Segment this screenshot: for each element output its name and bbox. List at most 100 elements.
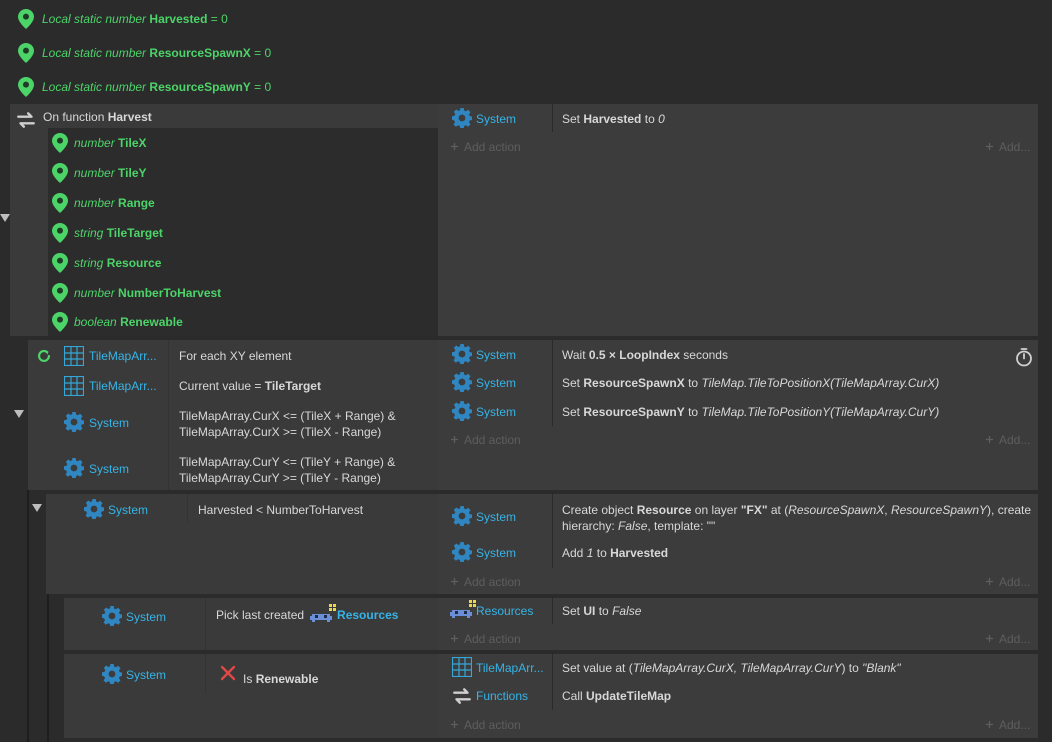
action-object-system[interactable]: System <box>476 510 516 524</box>
param-renewable[interactable]: boolean Renewable <box>48 308 438 336</box>
condition-cury-range[interactable]: TileMapArray.CurY <= (TileY + Range) & Ti… <box>179 454 395 486</box>
action-wait[interactable]: Wait 0.5 × LoopIndex seconds <box>562 348 728 362</box>
action-var: ResourceSpawnX <box>583 376 685 390</box>
condition-text: Pick last created <box>216 608 305 622</box>
variable-pin-icon <box>18 43 34 63</box>
var-value: = 0 <box>254 80 272 94</box>
variable-pin-icon <box>18 77 34 97</box>
condition-object-system[interactable]: System <box>89 416 129 430</box>
action-object-system[interactable]: System <box>476 348 516 362</box>
param-type: number <box>74 196 115 210</box>
add-action-button[interactable]: Add action <box>450 718 521 732</box>
global-var-resourcespawny[interactable]: Local static number ResourceSpawnY = 0 <box>18 75 271 99</box>
add-button[interactable]: Add... <box>985 140 1030 154</box>
condition-current-value[interactable]: Current value = TileTarget <box>179 379 321 393</box>
system-gear-icon <box>452 542 472 562</box>
global-var-harvested[interactable]: Local static number Harvested = 0 <box>18 7 228 31</box>
condition-is-renewable[interactable]: Is Renewable <box>243 672 318 686</box>
condition-object-system[interactable]: System <box>89 462 129 476</box>
action-param: TileMapArray.CurX, TileMapArray.CurY <box>632 661 842 675</box>
action-var: Harvested <box>610 546 669 560</box>
action-object-tilemaparray[interactable]: TileMapArr... <box>476 661 544 675</box>
action-value: 0.5 × LoopIndex <box>588 348 680 362</box>
condition-object-system[interactable]: System <box>126 610 166 624</box>
parameter-pin-icon <box>52 163 68 183</box>
collapse-arrow-icon[interactable] <box>0 214 10 222</box>
parameter-pin-icon <box>52 253 68 273</box>
param-range[interactable]: number Range <box>48 188 438 218</box>
global-var-resourcespawnx[interactable]: Local static number ResourceSpawnX = 0 <box>18 41 271 65</box>
plus-icon <box>985 720 994 729</box>
action-create-object[interactable]: Create object Resource on layer "FX" at … <box>562 502 1031 534</box>
param-tiley[interactable]: number TileY <box>48 158 438 188</box>
action-param: False <box>618 519 648 533</box>
action-set-ui[interactable]: Set UI to False <box>562 604 641 618</box>
var-name: ResourceSpawnY <box>149 80 251 94</box>
action-layer: "FX" <box>740 503 768 517</box>
action-object-system[interactable]: System <box>476 376 516 390</box>
tree-line <box>47 594 49 742</box>
param-numbertoharvest[interactable]: number NumberToHarvest <box>48 278 438 308</box>
param-type: boolean <box>74 315 117 329</box>
action-text: , <box>884 503 888 517</box>
param-name: Range <box>118 196 155 210</box>
plus-icon <box>985 435 994 444</box>
action-to: to <box>688 405 699 419</box>
add-action-button[interactable]: Add action <box>450 632 521 646</box>
condition-object-tilemaparray[interactable]: TileMapArr... <box>89 349 157 363</box>
condition-harvested-compare[interactable]: Harvested < NumberToHarvest <box>198 503 363 517</box>
action-set-value-at[interactable]: Set value at (TileMapArray.CurX, TileMap… <box>562 661 901 675</box>
action-object-functions[interactable]: Functions <box>476 689 528 703</box>
tilemaparray-grid-icon <box>452 657 472 677</box>
function-header[interactable]: On function Harvest <box>43 110 152 124</box>
action-value: 0 <box>658 112 665 126</box>
action-set-resourcespawnx[interactable]: Set ResourceSpawnX to TileMap.TileToPosi… <box>562 376 939 390</box>
add-action-label: Add action <box>464 575 521 589</box>
add-action-label: Add action <box>464 632 521 646</box>
param-tilex[interactable]: number TileX <box>48 128 438 158</box>
param-name: Resource <box>106 256 162 270</box>
param-type: string <box>74 226 104 240</box>
collapse-arrow-icon[interactable] <box>14 410 24 418</box>
action-text: at ( <box>770 503 789 517</box>
collapse-arrow-icon[interactable] <box>32 504 42 512</box>
action-verb: Call <box>562 689 583 703</box>
condition-pick-last-created[interactable]: Pick last created Resources <box>216 604 398 624</box>
add-button[interactable]: Add... <box>985 632 1030 646</box>
tilemaparray-grid-icon <box>64 376 84 396</box>
condition-object-system[interactable]: System <box>108 503 148 517</box>
action-param: ResourceSpawnY <box>890 503 988 517</box>
add-button[interactable]: Add... <box>985 718 1030 732</box>
system-gear-icon <box>64 412 84 432</box>
action-set-resourcespawny[interactable]: Set ResourceSpawnY to TileMap.TileToPosi… <box>562 405 939 419</box>
system-gear-icon <box>452 108 472 128</box>
action-add-harvested[interactable]: Add 1 to Harvested <box>562 546 668 560</box>
action-set-harvested[interactable]: Set Harvested to 0 <box>562 112 665 126</box>
action-object-system[interactable]: System <box>476 546 516 560</box>
param-resource[interactable]: string Resource <box>48 248 438 278</box>
condition-for-each-xy[interactable]: For each XY element <box>179 349 292 363</box>
action-object-system[interactable]: System <box>476 405 516 419</box>
functions-swap-icon <box>451 685 473 707</box>
condition-object-tilemaparray[interactable]: TileMapArr... <box>89 379 157 393</box>
tilemaparray-grid-icon <box>64 346 84 366</box>
system-gear-icon <box>102 664 122 684</box>
action-param: ResourceSpawnX <box>788 503 885 517</box>
plus-icon <box>450 435 459 444</box>
add-action-button[interactable]: Add action <box>450 433 521 447</box>
param-tiletarget[interactable]: string TileTarget <box>48 218 438 248</box>
add-action-button[interactable]: Add action <box>450 575 521 589</box>
invert-x-icon[interactable] <box>220 665 236 681</box>
add-action-button[interactable]: Add action <box>450 140 521 154</box>
add-button[interactable]: Add... <box>985 433 1030 447</box>
add-button[interactable]: Add... <box>985 575 1030 589</box>
action-object-system[interactable]: System <box>476 112 516 126</box>
condition-curx-range[interactable]: TileMapArray.CurX <= (TileX + Range) & Ti… <box>179 408 396 440</box>
action-object-resources[interactable]: Resources <box>476 604 533 618</box>
condition-object-system[interactable]: System <box>126 668 166 682</box>
action-call-updatetilemap[interactable]: Call UpdateTileMap <box>562 689 671 703</box>
loop-icon <box>35 347 53 365</box>
parameter-pin-icon <box>52 133 68 153</box>
action-to: to <box>688 376 699 390</box>
plus-icon <box>450 720 459 729</box>
